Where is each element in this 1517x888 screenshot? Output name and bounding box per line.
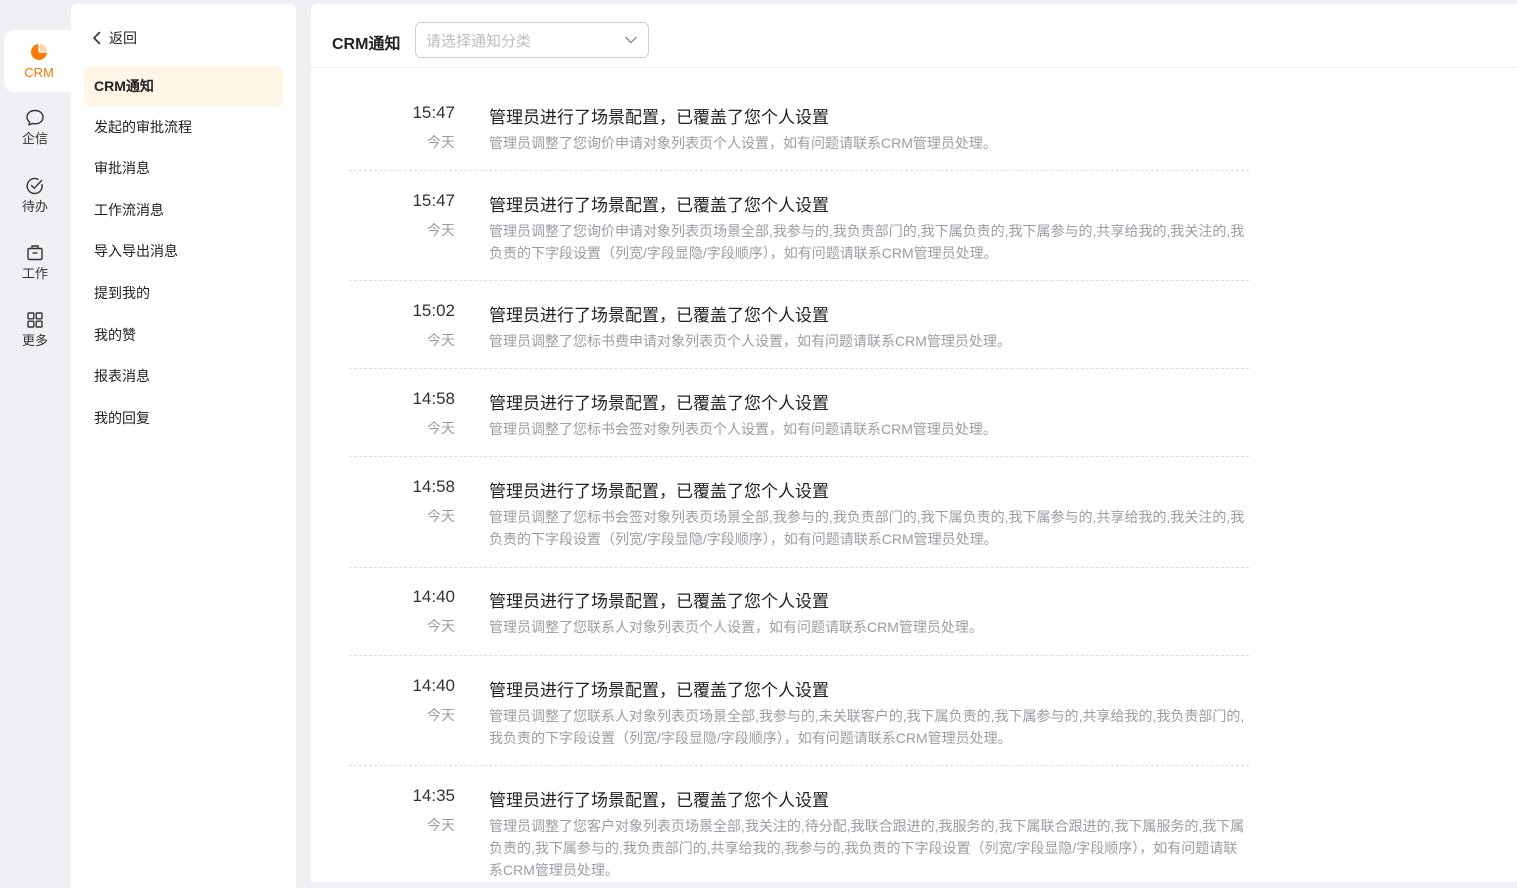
sidebar-item-likes[interactable]: 我的赞 [84,315,283,355]
sidebar-item-label: 报表消息 [94,368,150,384]
back-label: 返回 [109,30,137,46]
notification-item[interactable]: 15:47 今天 管理员进行了场景配置，已覆盖了您个人设置 管理员调整了您询价申… [349,191,1249,281]
horizontal-scrollbar[interactable] [311,882,1517,888]
back-button[interactable]: 返回 [91,28,137,48]
notification-time: 15:47 [412,191,455,210]
notification-title: 管理员进行了场景配置，已覆盖了您个人设置 [489,482,829,501]
rail-item-todo[interactable]: 待办 [0,164,70,226]
category-select-placeholder: 请选择通知分类 [426,32,532,50]
panel-header: CRM通知 请选择通知分类 [311,4,1517,68]
notification-time: 15:02 [412,301,455,320]
sidebar-item-label: 发起的审批流程 [94,119,192,135]
notification-time: 15:47 [412,103,455,122]
notification-item[interactable]: 14:35 今天 管理员进行了场景配置，已覆盖了您个人设置 管理员调整了您客户对… [349,786,1249,886]
notification-title: 管理员进行了场景配置，已覆盖了您个人设置 [489,306,829,325]
notification-day: 今天 [427,707,455,723]
rail-item-work[interactable]: 工作 [0,231,70,293]
chevron-down-icon [625,36,637,44]
sidebar-item-mentions[interactable]: 提到我的 [84,273,283,313]
sidebar-item-label: 工作流消息 [94,202,164,218]
rail-label-chat: 企信 [21,131,48,146]
sidebar-item-label: CRM通知 [94,78,154,94]
sidebar-item-label: 我的回复 [94,410,150,426]
notification-day: 今天 [427,222,455,238]
rail-item-crm[interactable]: CRM [4,30,74,92]
sidebar-item-workflow-messages[interactable]: 工作流消息 [84,190,283,230]
sidebar-item-approval-flows[interactable]: 发起的审批流程 [84,107,283,147]
notification-day: 今天 [427,420,455,436]
rail-item-chat[interactable]: 企信 [0,96,70,158]
rail-item-more[interactable]: 更多 [0,298,70,360]
notification-desc: 管理员调整了您询价申请对象列表页个人设置，如有问题请联系CRM管理员处理。 [489,135,997,151]
notification-item[interactable]: 14:40 今天 管理员进行了场景配置，已覆盖了您个人设置 管理员调整了您联系人… [349,676,1249,766]
page-title: CRM通知 [332,36,401,53]
rail-label-work: 工作 [21,266,48,281]
notification-panel: CRM通知 请选择通知分类 15:47 今天 管理员进行了场景配置，已覆盖了您个… [311,4,1517,888]
notification-desc: 管理员调整了您询价申请对象列表页场景全部,我参与的,我负责部门的,我下属负责的,… [489,223,1245,261]
chat-bubble-icon [26,109,44,126]
notification-desc: 管理员调整了您标书会签对象列表页个人设置，如有问题请联系CRM管理员处理。 [489,421,997,437]
notification-day: 今天 [427,817,455,833]
notification-day: 今天 [427,332,455,348]
message-sidebar: 返回 CRM通知 发起的审批流程 审批消息 工作流消息 导入导出消息 提到我的 … [71,4,296,888]
notification-title: 管理员进行了场景配置，已覆盖了您个人设置 [489,394,829,413]
sidebar-item-label: 提到我的 [94,285,150,301]
sidebar-item-label: 导入导出消息 [94,243,178,259]
notification-time: 14:58 [412,477,455,496]
sidebar-item-my-replies[interactable]: 我的回复 [84,398,283,438]
sidebar-item-approval-messages[interactable]: 审批消息 [84,148,283,188]
rail-label-crm: CRM [24,65,54,80]
notification-time: 14:58 [412,389,455,408]
notification-time: 14:35 [412,786,455,805]
pie-chart-icon [31,44,47,60]
rail-label-todo: 待办 [21,199,48,214]
sidebar-item-report-messages[interactable]: 报表消息 [84,356,283,396]
notification-time: 14:40 [412,587,455,606]
notification-title: 管理员进行了场景配置，已覆盖了您个人设置 [489,592,829,611]
check-circle-icon [26,177,43,195]
notification-desc: 管理员调整了您标书费申请对象列表页个人设置，如有问题请联系CRM管理员处理。 [489,333,1011,349]
app-rail: CRM 企信 待办 工作 更多 [0,0,74,888]
notification-item[interactable]: 14:58 今天 管理员进行了场景配置，已覆盖了您个人设置 管理员调整了您标书会… [349,389,1249,457]
notification-item[interactable]: 14:40 今天 管理员进行了场景配置，已覆盖了您个人设置 管理员调整了您联系人… [349,587,1249,656]
sidebar-item-label: 审批消息 [94,160,150,176]
category-select[interactable]: 请选择通知分类 [415,22,649,58]
grid-icon [27,312,43,328]
sidebar-item-crm-notice[interactable]: CRM通知 [84,66,283,106]
notification-title: 管理员进行了场景配置，已覆盖了您个人设置 [489,791,829,810]
notification-title: 管理员进行了场景配置，已覆盖了您个人设置 [489,681,829,700]
notification-item[interactable]: 14:58 今天 管理员进行了场景配置，已覆盖了您个人设置 管理员调整了您标书会… [349,477,1249,568]
rail-label-more: 更多 [21,333,48,348]
notification-item[interactable]: 15:02 今天 管理员进行了场景配置，已覆盖了您个人设置 管理员调整了您标书费… [349,301,1249,369]
notification-day: 今天 [427,508,455,524]
notification-desc: 管理员调整了您标书会签对象列表页场景全部,我参与的,我负责部门的,我下属负责的,… [489,509,1245,547]
notification-day: 今天 [427,618,455,634]
chevron-left-icon [93,31,101,45]
notification-desc: 管理员调整了您客户对象列表页场景全部,我关注的,待分配,我联合跟进的,我服务的,… [489,818,1245,878]
sidebar-item-import-export[interactable]: 导入导出消息 [84,231,283,271]
notification-day: 今天 [427,134,455,150]
notification-item[interactable]: 15:47 今天 管理员进行了场景配置，已覆盖了您个人设置 管理员调整了您询价申… [349,103,1249,171]
notification-desc: 管理员调整了您联系人对象列表页个人设置，如有问题请联系CRM管理员处理。 [489,619,983,635]
briefcase-icon [27,245,43,261]
notification-title: 管理员进行了场景配置，已覆盖了您个人设置 [489,196,829,215]
sidebar-item-label: 我的赞 [94,327,136,343]
notification-title: 管理员进行了场景配置，已覆盖了您个人设置 [489,108,829,127]
notification-time: 14:40 [412,676,455,695]
notification-desc: 管理员调整了您联系人对象列表页场景全部,我参与的,未关联客户的,我下属负责的,我… [489,708,1245,746]
